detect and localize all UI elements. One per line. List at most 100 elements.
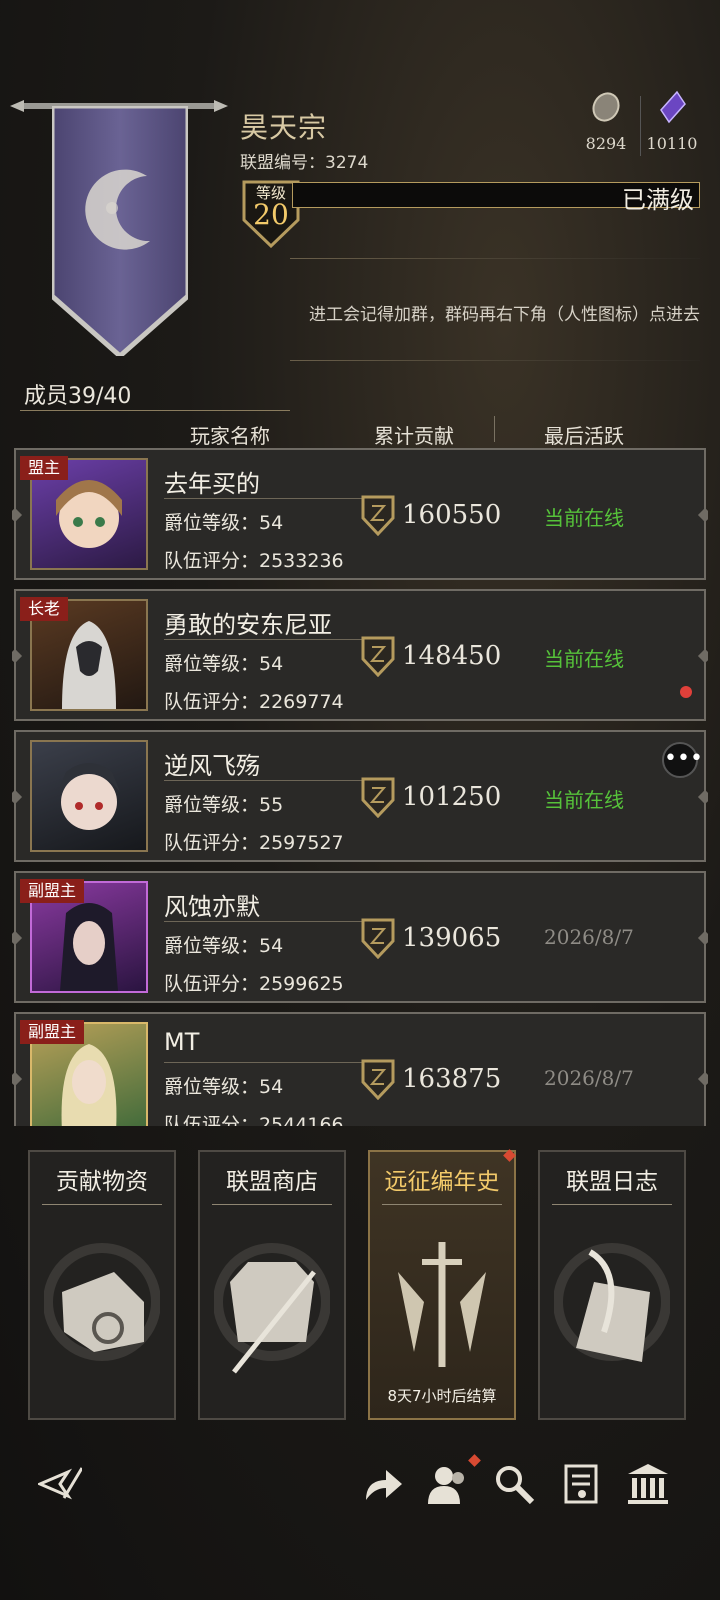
guild-id: 联盟编号：3274 — [240, 148, 368, 173]
armor-icon — [214, 1243, 330, 1374]
currency-crystal-value: 10110 — [646, 134, 698, 153]
contribution-medal-icon — [361, 918, 395, 959]
row-ornament — [697, 789, 708, 805]
row-ornament — [12, 789, 23, 805]
row-ornament — [12, 930, 23, 946]
member-row[interactable]: 盟主 去年买的 爵位等级：54 队伍评分：2533236 160550 当前在线 — [12, 448, 708, 580]
column-separator — [494, 416, 495, 442]
row-ornament — [12, 507, 23, 523]
avatar[interactable] — [30, 740, 148, 852]
contribution-medal-icon — [361, 636, 395, 677]
divider — [382, 1204, 502, 1205]
divider — [290, 360, 700, 361]
share-icon[interactable] — [360, 1462, 404, 1506]
members-notification-dot — [468, 1454, 481, 1467]
player-rank: 爵位等级：54 — [164, 1076, 284, 1098]
team-score: 队伍评分：2269774 — [164, 691, 344, 713]
contribution-medal-icon — [361, 777, 395, 818]
row-ornament — [697, 930, 708, 946]
avatar-portrait — [58, 763, 120, 830]
card-title: 贡献物资 — [56, 1169, 148, 1195]
divider — [212, 1204, 332, 1205]
column-header-contribution[interactable]: 累计贡献 — [374, 420, 454, 449]
guild-name: 昊天宗 — [240, 111, 328, 144]
team-score: 队伍评分：2544166 — [164, 1114, 344, 1126]
player-name: MT — [164, 1028, 200, 1056]
player-rank: 爵位等级：54 — [164, 512, 284, 534]
member-list[interactable]: 盟主 去年买的 爵位等级：54 队伍评分：2533236 160550 当前在线… — [12, 448, 708, 1126]
divider — [164, 498, 364, 499]
last-active: 当前在线 — [544, 506, 624, 530]
divider — [20, 410, 290, 411]
contribution-value: 101250 — [402, 782, 502, 812]
player-rank: 爵位等级：54 — [164, 935, 284, 957]
row-ornament — [697, 507, 708, 523]
back-icon[interactable] — [38, 1462, 82, 1506]
player-name: 风蚀亦默 — [164, 893, 260, 921]
contribution-value: 139065 — [402, 923, 502, 953]
guild-notice: 进工会记得加群，群码再右下角（人性图标）点进去 — [309, 305, 700, 325]
team-score: 队伍评分：2597527 — [164, 832, 344, 854]
role-badge: 长老 — [20, 597, 69, 621]
member-row[interactable]: 逆风飞殇 爵位等级：55 队伍评分：2597527 101250 当前在线 — [12, 730, 708, 862]
card-countdown: 8天7小时后结算 — [387, 1387, 497, 1405]
row-ornament — [12, 648, 23, 664]
currency-coin-value: 8294 — [585, 134, 627, 153]
contribution-medal-icon — [361, 495, 395, 536]
player-name: 去年买的 — [164, 470, 260, 498]
column-header-name: 玩家名称 — [190, 424, 270, 448]
floating-notification-dot[interactable] — [680, 686, 692, 698]
divider — [164, 639, 364, 640]
card-title: 远征编年史 — [384, 1169, 500, 1195]
guild-banner[interactable] — [52, 106, 188, 356]
member-row[interactable]: 副盟主 风蚀亦默 爵位等级：54 队伍评分：2599625 139065 202… — [12, 871, 708, 1003]
row-ornament — [697, 648, 708, 664]
contribution-value: 163875 — [402, 1064, 502, 1094]
member-row[interactable]: 副盟主 MT 爵位等级：54 队伍评分：2544166 163875 2026/… — [12, 1012, 708, 1126]
player-name: 勇敢的安东尼亚 — [164, 611, 332, 639]
member-count: 成员39/40 — [24, 384, 132, 409]
contribution-value: 148450 — [402, 641, 502, 671]
last-active: 当前在线 — [544, 647, 624, 671]
team-score: 队伍评分：2599625 — [164, 973, 344, 995]
coin-icon — [592, 92, 620, 122]
card-contribute-supplies[interactable]: 贡献物资 — [28, 1150, 176, 1420]
role-badge: 副盟主 — [20, 879, 85, 903]
crystal-icon — [660, 90, 686, 124]
player-rank: 爵位等级：55 — [164, 794, 284, 816]
document-icon[interactable] — [560, 1462, 604, 1506]
last-active: 2026/8/7 — [544, 1066, 634, 1090]
members-icon[interactable] — [426, 1462, 470, 1506]
card-alliance-shop[interactable]: 联盟商店 — [198, 1150, 346, 1420]
sword-flags-icon — [398, 1242, 486, 1367]
card-title: 联盟商店 — [226, 1169, 318, 1195]
contribution-medal-icon — [361, 1059, 395, 1100]
role-badge: 副盟主 — [20, 1020, 85, 1044]
quill-icon — [554, 1243, 670, 1362]
more-options-button[interactable]: ••• — [662, 742, 703, 778]
divider — [164, 921, 364, 922]
divider — [42, 1204, 162, 1205]
card-title: 联盟日志 — [566, 1169, 658, 1195]
card-expedition-chronicle[interactable]: 远征编年史 8天7小时后结算 — [368, 1150, 516, 1420]
search-icon[interactable] — [492, 1462, 536, 1506]
column-header-last-active[interactable]: 最后活跃 — [544, 420, 624, 449]
contribution-value: 160550 — [402, 500, 502, 530]
player-name: 逆风飞殇 — [164, 752, 260, 780]
guild-id-value: 3274 — [325, 153, 369, 173]
divider — [164, 780, 364, 781]
row-ornament — [697, 1071, 708, 1087]
level-status: 已满级 — [622, 186, 694, 214]
last-active: 当前在线 — [544, 788, 624, 812]
currency-crystal[interactable]: 10110 — [642, 90, 702, 153]
player-rank: 爵位等级：54 — [164, 653, 284, 675]
role-badge: 盟主 — [20, 456, 69, 480]
scroll-icon — [44, 1243, 160, 1361]
member-row[interactable]: 长老 勇敢的安东尼亚 爵位等级：54 队伍评分：2269774 148450 当… — [12, 589, 708, 721]
last-active: 2026/8/7 — [544, 925, 634, 949]
currency-coin[interactable]: 8294 — [576, 90, 636, 153]
currency-divider — [640, 96, 641, 156]
divider — [290, 258, 700, 259]
card-alliance-log[interactable]: 联盟日志 — [538, 1150, 686, 1420]
bank-icon[interactable] — [626, 1462, 670, 1506]
